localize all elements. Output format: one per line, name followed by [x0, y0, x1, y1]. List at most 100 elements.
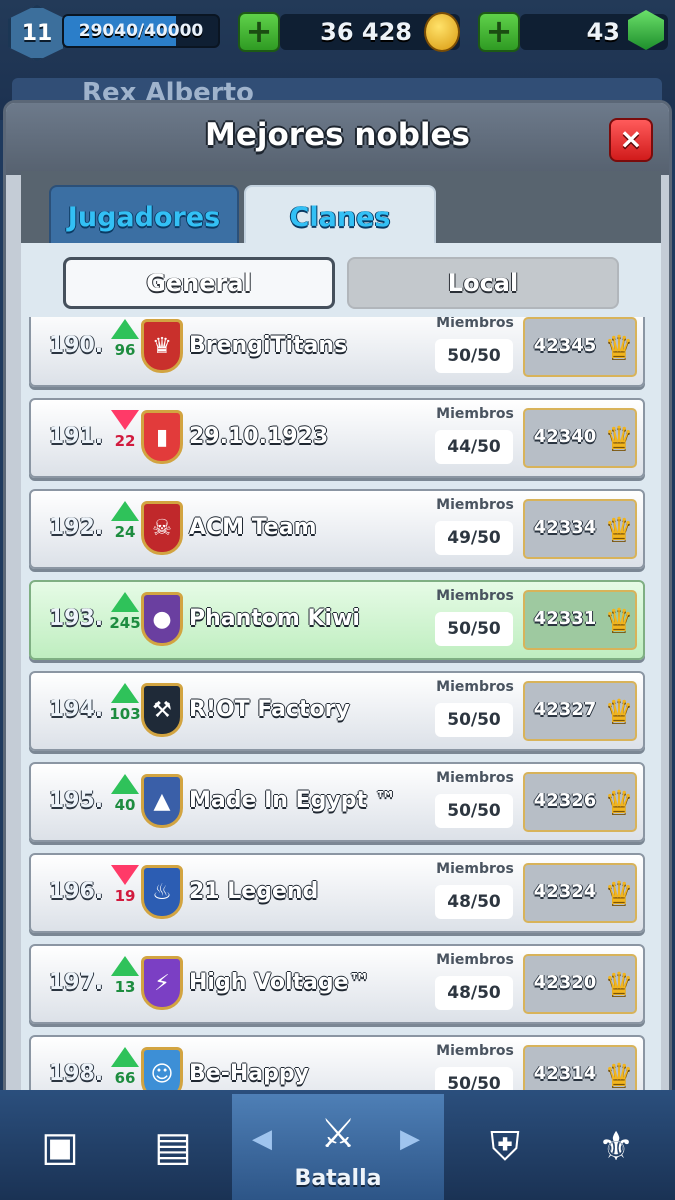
trophy-box: 42345 ♛ [523, 317, 637, 377]
trophy-count: 42334 [533, 517, 597, 538]
badge-symbol: ☺ [150, 1061, 174, 1087]
badge-symbol: ▮ [155, 424, 169, 450]
rank-number: 195. [48, 788, 104, 813]
rank-number: 193. [48, 606, 104, 631]
leaderboard-modal: Mejores nobles × Jugadores Clanes Genera… [3, 100, 672, 1104]
members-count: 44/50 [435, 430, 513, 464]
clan-row[interactable]: 191. 22 ▮ 29.10.1923 Miembros 44/50 4234… [29, 398, 645, 478]
badge-symbol: ☠ [152, 515, 172, 541]
members-label: Miembros [436, 770, 514, 786]
rank-number: 194. [48, 697, 104, 722]
trophy-icon: ♛ [604, 510, 634, 548]
badge-symbol: ● [152, 606, 172, 632]
nav-cards[interactable]: ▤ [118, 1094, 228, 1200]
trophy-count: 42327 [533, 699, 597, 720]
badge-symbol: ♛ [152, 333, 172, 359]
trophy-box: 42331 ♛ [523, 590, 637, 650]
add-gems-button[interactable]: + [478, 12, 520, 52]
chevron-right-icon[interactable]: ▶ [400, 1124, 420, 1154]
members-label: Miembros [436, 952, 514, 968]
trophy-count: 42340 [533, 426, 597, 447]
rank-number: 192. [48, 515, 104, 540]
clan-name: Made In Egypt ™ [189, 788, 397, 813]
clan-row[interactable]: 192. 24 ☠ ACM Team Miembros 49/50 42334 … [29, 489, 645, 569]
chevron-left-icon[interactable]: ◀ [252, 1124, 272, 1154]
trophy-icon: ♛ [604, 874, 634, 912]
modal-header: Mejores nobles × [6, 103, 669, 175]
members-label: Miembros [436, 497, 514, 513]
clan-row[interactable]: 193. 245 ● Phantom Kiwi Miembros 50/50 4… [29, 580, 645, 660]
trophy-count: 42345 [533, 335, 597, 356]
clan-name: 29.10.1923 [189, 424, 329, 449]
members-count: 48/50 [435, 976, 513, 1010]
clan-row[interactable]: 196. 19 ♨ 21 Legend Miembros 48/50 42324… [29, 853, 645, 933]
tab-bar: Jugadores Clanes [21, 171, 661, 249]
subtab-local[interactable]: Local [347, 257, 619, 309]
members-label: Miembros [436, 861, 514, 877]
clan-badge-icon: ⚡ [141, 956, 183, 1010]
members-count: 48/50 [435, 885, 513, 919]
clan-badge-icon: ▲ [141, 774, 183, 828]
members-label: Miembros [436, 406, 514, 422]
badge-symbol: ▲ [153, 788, 171, 814]
rank-number: 191. [48, 424, 104, 449]
members-label: Miembros [436, 679, 514, 695]
clan-list[interactable]: 190. 96 ♛ BrengiTitans Miembros 50/50 42… [21, 317, 661, 1097]
members-count: 50/50 [435, 339, 513, 373]
clan-badge-icon: ● [141, 592, 183, 646]
clan-row[interactable]: 195. 40 ▲ Made In Egypt ™ Miembros 50/50… [29, 762, 645, 842]
clan-badge-icon: ▮ [141, 410, 183, 464]
trophy-icon: ♛ [604, 328, 634, 366]
clan-badge-icon: ♨ [141, 865, 183, 919]
swords-icon: ⚔ [320, 1111, 356, 1157]
trophy-icon: ♛ [604, 692, 634, 730]
rank-number: 196. [48, 879, 104, 904]
rank-number: 190. [48, 333, 104, 358]
clan-icon: ⛨ [490, 1124, 520, 1170]
trend-up-icon [111, 683, 139, 703]
trend-down-icon [111, 410, 139, 430]
clan-name: 21 Legend [189, 879, 319, 904]
trophy-box: 42326 ♛ [523, 772, 637, 832]
tab-jugadores[interactable]: Jugadores [49, 185, 239, 249]
members-count: 50/50 [435, 794, 513, 828]
subtab-general[interactable]: General [63, 257, 335, 309]
members-label: Miembros [436, 317, 514, 331]
badge-symbol: ⚒ [152, 697, 172, 723]
trend-up-icon [111, 319, 139, 339]
clan-badge-icon: ♛ [141, 319, 183, 373]
cards-icon: ▤ [154, 1124, 192, 1170]
nav-clan[interactable]: ⛨ [450, 1094, 560, 1200]
trophy-count: 42326 [533, 790, 597, 811]
members-count: 50/50 [435, 612, 513, 646]
nav-shop[interactable]: ▣ [10, 1094, 110, 1200]
clan-row[interactable]: 198. 66 ☺ Be-Happy Miembros 50/50 42314 … [29, 1035, 645, 1097]
trend-up-icon [111, 592, 139, 612]
tournament-icon: ⚜ [598, 1124, 634, 1170]
trophy-icon: ♛ [604, 965, 634, 1003]
tab-clanes[interactable]: Clanes [244, 185, 436, 249]
clan-name: Be-Happy [189, 1061, 309, 1086]
clan-row[interactable]: 197. 13 ⚡ High Voltage™ Miembros 48/50 4… [29, 944, 645, 1024]
add-gold-button[interactable]: + [238, 12, 280, 52]
close-button[interactable]: × [609, 118, 653, 162]
xp-bar: 29040/40000 [62, 14, 220, 48]
gold-coin-icon [424, 12, 460, 52]
nav-tournament[interactable]: ⚜ [566, 1094, 666, 1200]
modal-title: Mejores nobles [204, 117, 470, 153]
close-icon: × [619, 122, 643, 155]
trend-up-icon [111, 774, 139, 794]
members-count: 49/50 [435, 521, 513, 555]
members-label: Miembros [436, 1043, 514, 1059]
trophy-icon: ♛ [604, 783, 634, 821]
trophy-icon: ♛ [604, 601, 634, 639]
rank-number: 198. [48, 1061, 104, 1086]
xp-text: 29040/40000 [78, 21, 204, 41]
clan-row[interactable]: 190. 96 ♛ BrengiTitans Miembros 50/50 42… [29, 317, 645, 387]
clan-name: Phantom Kiwi [189, 606, 360, 631]
trophy-count: 42314 [533, 1063, 597, 1084]
clan-row[interactable]: 194. 103 ⚒ R!OT Factory Miembros 50/50 4… [29, 671, 645, 751]
members-label: Miembros [436, 588, 514, 604]
clan-badge-icon: ⚒ [141, 683, 183, 737]
battle-label: Batalla [294, 1166, 382, 1191]
